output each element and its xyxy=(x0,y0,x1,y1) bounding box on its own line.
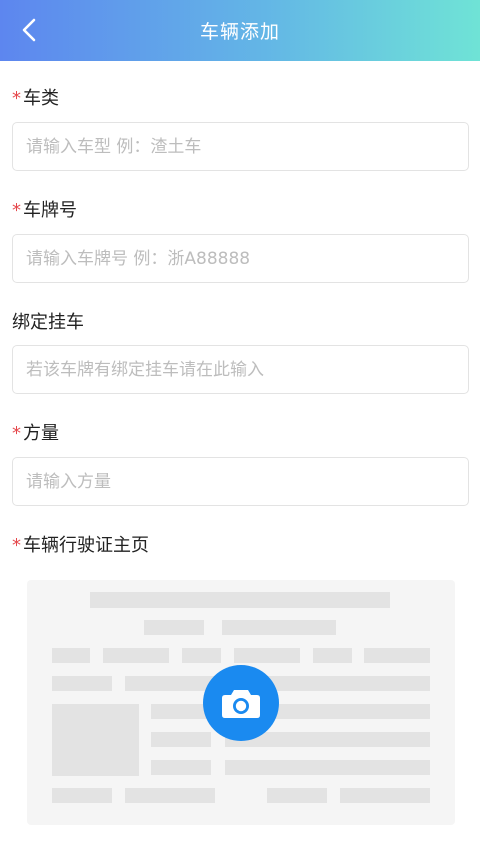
camera-button[interactable] xyxy=(203,665,279,741)
vehicle-type-label: * 车类 xyxy=(12,88,59,109)
license-photo-upload[interactable] xyxy=(27,580,455,825)
trailer-input[interactable] xyxy=(12,345,469,394)
volume-label: * 方量 xyxy=(12,423,59,444)
chevron-left-icon xyxy=(22,18,36,42)
volume-input[interactable] xyxy=(12,457,469,506)
required-mark: * xyxy=(12,200,21,221)
plate-number-label: * 车牌号 xyxy=(12,200,77,221)
required-mark: * xyxy=(12,535,21,556)
required-mark: * xyxy=(12,423,21,444)
license-photo-label: * 车辆行驶证主页 xyxy=(12,535,149,556)
camera-icon xyxy=(222,690,260,718)
back-button[interactable] xyxy=(10,10,50,50)
vehicle-type-input[interactable] xyxy=(12,122,469,171)
header-bar: 车辆添加 xyxy=(0,0,480,61)
plate-number-input[interactable] xyxy=(12,234,469,283)
page-title: 车辆添加 xyxy=(199,21,280,43)
trailer-label: 绑定挂车 xyxy=(12,312,84,333)
required-mark: * xyxy=(12,88,21,109)
